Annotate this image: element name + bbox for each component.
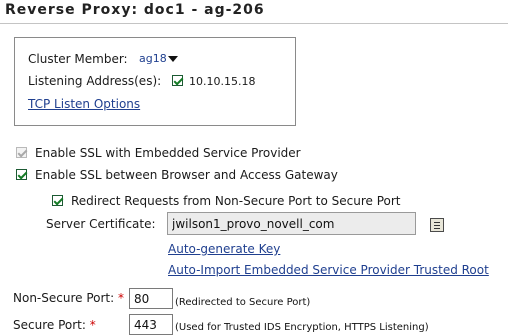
auto-generate-key-link[interactable]: Auto-generate Key bbox=[168, 242, 280, 256]
listening-address-checkbox[interactable] bbox=[172, 75, 183, 86]
listening-address-label: Listening Address(es): bbox=[28, 74, 162, 88]
enable-ssl-browser-label: Enable SSL between Browser and Access Ga… bbox=[35, 168, 338, 182]
cluster-member-label: Cluster Member: bbox=[28, 52, 128, 66]
certificate-list-icon[interactable] bbox=[430, 218, 444, 232]
redirect-label: Redirect Requests from Non-Secure Port t… bbox=[71, 194, 401, 208]
non-secure-port-note: (Redirected to Secure Port) bbox=[175, 297, 311, 308]
non-secure-port-label: Non-Secure Port: * bbox=[13, 291, 124, 305]
header-bar: Reverse Proxy: doc1 - ag-206 bbox=[0, 0, 508, 24]
secure-port-note: (Used for Trusted IDS Encryption, HTTPS … bbox=[175, 322, 429, 333]
page-title: Reverse Proxy: doc1 - ag-206 bbox=[5, 2, 265, 18]
cluster-member-dropdown[interactable]: ag18 bbox=[139, 52, 167, 65]
secure-port-label: Secure Port: * bbox=[13, 318, 96, 332]
enable-ssl-browser-checkbox[interactable] bbox=[16, 169, 27, 180]
required-marker: * bbox=[89, 318, 96, 332]
server-certificate-label: Server Certificate: bbox=[46, 217, 156, 231]
tcp-listen-options-link[interactable]: TCP Listen Options bbox=[28, 97, 140, 111]
enable-ssl-esp-label: Enable SSL with Embedded Service Provide… bbox=[35, 146, 301, 160]
auto-import-trusted-root-link[interactable]: Auto-Import Embedded Service Provider Tr… bbox=[168, 263, 489, 277]
required-marker: * bbox=[117, 291, 124, 305]
listening-address-value: 10.10.15.18 bbox=[189, 75, 256, 88]
secure-port-input[interactable] bbox=[129, 314, 173, 335]
non-secure-port-input[interactable] bbox=[129, 288, 173, 309]
server-certificate-field[interactable] bbox=[167, 212, 416, 235]
redirect-checkbox[interactable] bbox=[52, 195, 63, 206]
enable-ssl-esp-checkbox[interactable] bbox=[16, 147, 27, 158]
chevron-down-icon[interactable] bbox=[168, 56, 178, 62]
